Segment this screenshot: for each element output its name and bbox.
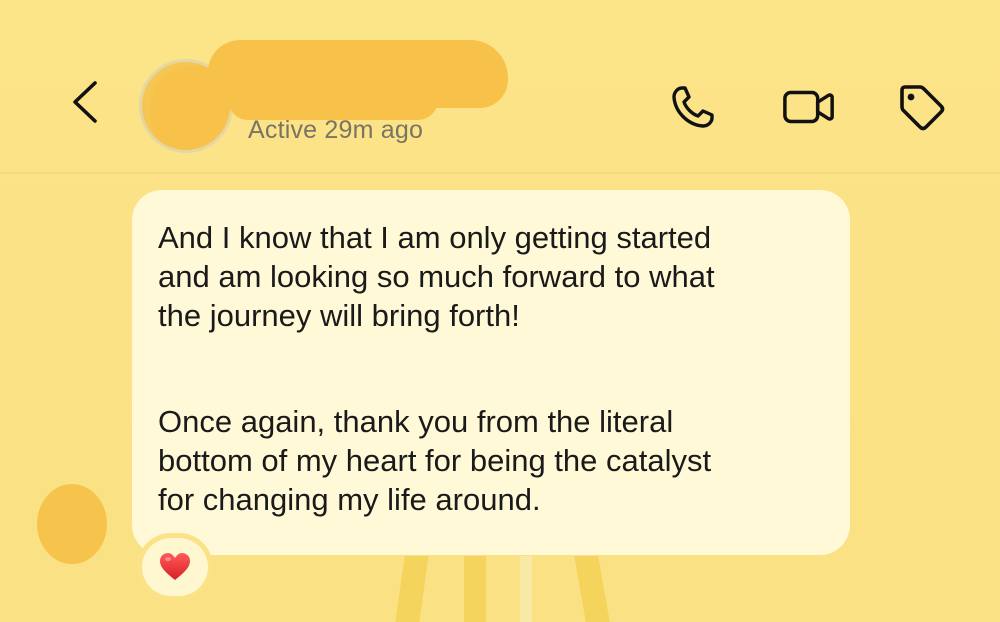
call-button[interactable] — [666, 80, 720, 134]
video-camera-icon — [783, 90, 834, 124]
contact-name-redaction — [208, 40, 508, 120]
background-decoration — [395, 556, 429, 622]
tag-button[interactable] — [894, 80, 948, 134]
message-paragraph: Once again, thank you from the literal b… — [158, 404, 712, 517]
video-call-button[interactable] — [782, 80, 836, 134]
chat-screen: Active 29m ago And I know that I am only… — [0, 0, 1000, 622]
phone-icon — [672, 86, 714, 128]
heart-icon — [160, 553, 190, 580]
chat-header: Active 29m ago — [0, 0, 1000, 174]
heart-reaction-badge[interactable] — [142, 538, 208, 596]
message-paragraph: And I know that I am only getting starte… — [158, 220, 715, 333]
message-bubble[interactable]: And I know that I am only getting starte… — [132, 190, 850, 555]
active-status: Active 29m ago — [248, 116, 424, 144]
background-decoration — [520, 556, 532, 622]
tag-icon — [900, 85, 945, 131]
background-decoration — [464, 556, 486, 622]
sender-avatar-redacted[interactable] — [37, 484, 107, 564]
back-button[interactable] — [60, 72, 110, 132]
background-decoration — [574, 556, 610, 622]
chevron-left-icon — [73, 81, 97, 123]
